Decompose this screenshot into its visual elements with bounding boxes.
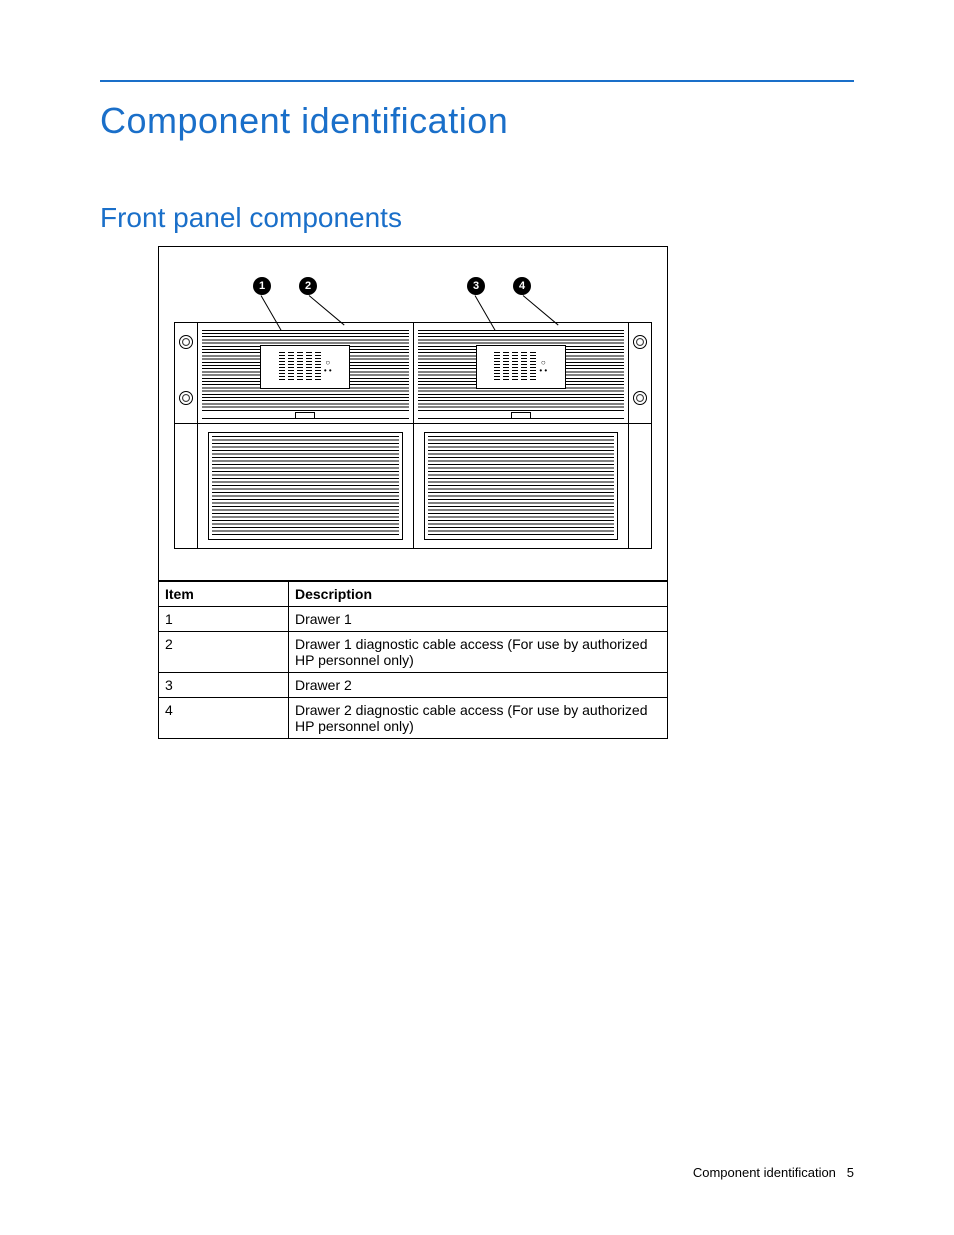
cell-desc: Drawer 2	[289, 673, 668, 698]
callout-2: 2	[299, 277, 317, 295]
screw-icon	[633, 391, 647, 405]
drawer-2: ○• •	[414, 323, 629, 423]
footer-text: Component identification	[693, 1165, 836, 1180]
lower-module-2	[414, 424, 629, 548]
callout-1: 1	[253, 277, 271, 295]
drawer-1-access-panel: ○• •	[260, 345, 350, 389]
drawer-1: ○• •	[198, 323, 414, 423]
page-footer: Component identification 5	[693, 1165, 854, 1180]
lower-module-1	[198, 424, 414, 548]
header-description: Description	[289, 582, 668, 607]
leader-line-2	[309, 295, 345, 325]
table-row: 4 Drawer 2 diagnostic cable access (For …	[159, 698, 668, 739]
cell-item: 4	[159, 698, 289, 739]
cell-desc: Drawer 1	[289, 607, 668, 632]
callout-3: 3	[467, 277, 485, 295]
lock-icon: ○• •	[324, 359, 332, 375]
release-tab	[295, 412, 315, 419]
leader-line-4	[523, 295, 559, 325]
header-item: Item	[159, 582, 289, 607]
screw-icon	[633, 335, 647, 349]
cell-desc: Drawer 2 diagnostic cable access (For us…	[289, 698, 668, 739]
table-row: 1 Drawer 1	[159, 607, 668, 632]
section-title: Front panel components	[100, 202, 854, 234]
drawer-2-access-panel: ○• •	[476, 345, 566, 389]
chapter-rule	[100, 80, 854, 82]
right-rack-ear	[628, 323, 651, 423]
screw-icon	[179, 391, 193, 405]
lock-icon: ○• •	[539, 359, 547, 375]
device-chassis: ○• • ○• •	[174, 322, 652, 549]
table-row: 2 Drawer 1 diagnostic cable access (For …	[159, 632, 668, 673]
cell-item: 1	[159, 607, 289, 632]
left-rack-ear-bottom	[175, 424, 198, 548]
left-rack-ear	[175, 323, 198, 423]
table-row: 3 Drawer 2	[159, 673, 668, 698]
right-rack-ear-bottom	[628, 424, 651, 548]
table-header-row: Item Description	[159, 582, 668, 607]
cell-desc: Drawer 1 diagnostic cable access (For us…	[289, 632, 668, 673]
screw-icon	[179, 335, 193, 349]
chapter-title: Component identification	[100, 100, 854, 142]
front-panel-figure: 1 2 3 4	[158, 246, 668, 581]
release-tab	[511, 412, 531, 419]
callout-4: 4	[513, 277, 531, 295]
cell-item: 2	[159, 632, 289, 673]
component-table: Item Description 1 Drawer 1 2 Drawer 1 d…	[158, 581, 668, 739]
page-number: 5	[847, 1165, 854, 1180]
cell-item: 3	[159, 673, 289, 698]
